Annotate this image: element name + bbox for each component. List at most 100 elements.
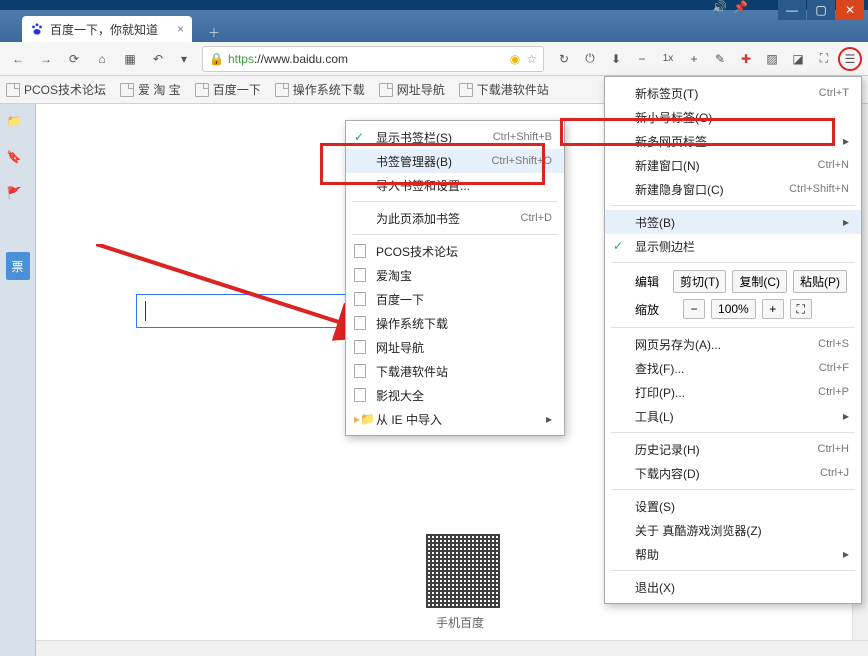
- zoom-in-icon[interactable]: +: [682, 47, 706, 71]
- fullscreen-button[interactable]: ⛶: [790, 299, 812, 319]
- menu-new-tab[interactable]: 新标签页(T)Ctrl+T: [605, 81, 861, 105]
- maximize-button[interactable]: ▢: [807, 0, 835, 20]
- sidebar-tag[interactable]: 票: [6, 252, 30, 280]
- zoom-in-button[interactable]: +: [762, 299, 784, 319]
- menu-bookmark-item[interactable]: 影视大全: [346, 383, 564, 407]
- chevron-right-icon: ▸: [843, 409, 849, 423]
- bookmark-item[interactable]: 操作系统下载: [275, 81, 365, 98]
- menu-find[interactable]: 查找(F)...Ctrl+F: [605, 356, 861, 380]
- menu-bookmark-item[interactable]: PCOS技术论坛: [346, 239, 564, 263]
- zoom-reset-icon[interactable]: 1x: [656, 47, 680, 71]
- menu-zoom-row: 缩放 − 100% + ⛶: [605, 295, 861, 323]
- page-icon: [354, 292, 366, 306]
- menu-about[interactable]: 关于 真酷游戏浏览器(Z): [605, 518, 861, 542]
- menu-bookmark-item[interactable]: 百度一下: [346, 287, 564, 311]
- folder-icon: ▸📁: [354, 412, 375, 426]
- menu-bookmarks[interactable]: 书签(B)▸: [605, 210, 861, 234]
- undo-tab-button[interactable]: ↶: [146, 47, 170, 71]
- zoom-out-button[interactable]: −: [683, 299, 705, 319]
- left-sidebar: 📁 🔖 🚩 票: [0, 104, 36, 656]
- menu-help[interactable]: 帮助▸: [605, 542, 861, 566]
- bookmark-item[interactable]: 爱 淘 宝: [120, 81, 181, 98]
- chevron-right-icon: ▸: [843, 215, 849, 229]
- menu-history[interactable]: 历史记录(H)Ctrl+H: [605, 437, 861, 461]
- reload-button[interactable]: ⟳: [62, 47, 86, 71]
- menu-separator: [611, 432, 855, 433]
- bookmark-icon[interactable]: 🔖: [7, 150, 29, 168]
- red-highlight-submenu: [320, 143, 545, 185]
- bookmark-item[interactable]: 网址导航: [379, 81, 445, 98]
- cut-button[interactable]: 剪切(T): [673, 270, 726, 293]
- menu-bookmark-item[interactable]: 下载港软件站: [346, 359, 564, 383]
- qr-label: 手机百度: [436, 614, 484, 631]
- menu-new-window[interactable]: 新建窗口(N)Ctrl+N: [605, 153, 861, 177]
- menu-downloads[interactable]: 下载内容(D)Ctrl+J: [605, 461, 861, 485]
- edit-label: 编辑: [635, 273, 659, 290]
- baidu-favicon-icon: [30, 22, 44, 36]
- menu-exit[interactable]: 退出(X): [605, 575, 861, 599]
- chevron-right-icon: ▸: [843, 547, 849, 561]
- checker-icon[interactable]: ▨: [760, 47, 784, 71]
- power-icon[interactable]: ⏻: [578, 47, 602, 71]
- page-icon: [354, 268, 366, 282]
- new-tab-button[interactable]: ＋: [202, 22, 226, 42]
- hamburger-menu-button[interactable]: ☰: [838, 47, 862, 71]
- sync-icon[interactable]: ↻: [552, 47, 576, 71]
- download-icon[interactable]: ⬇: [604, 47, 628, 71]
- folder-icon[interactable]: 📁: [7, 114, 29, 132]
- minimize-button[interactable]: —: [778, 0, 806, 20]
- tab-close-icon[interactable]: ×: [177, 22, 184, 36]
- menu-settings[interactable]: 设置(S): [605, 494, 861, 518]
- screenshot-icon[interactable]: ◪: [786, 47, 810, 71]
- page-icon: [354, 244, 366, 258]
- horizontal-scrollbar[interactable]: [36, 640, 868, 656]
- page-icon: [120, 83, 134, 97]
- zoom-percent: 100%: [711, 299, 756, 319]
- address-bar[interactable]: 🔒 https://www.baidu.com ◉ ☆: [202, 46, 544, 72]
- forward-button[interactable]: →: [34, 47, 58, 71]
- lock-icon: 🔒: [209, 52, 224, 66]
- red-highlight-mainmenu: [560, 118, 835, 146]
- pin-icon[interactable]: 📌: [733, 0, 748, 14]
- url-rest: ://www.baidu.com: [254, 52, 348, 66]
- volume-icon[interactable]: 🔊: [712, 0, 727, 14]
- page-icon: [195, 83, 209, 97]
- grid-button[interactable]: ▦: [118, 47, 142, 71]
- url-protocol: https: [228, 52, 254, 66]
- window-titlebar: 🔊 📌 — ▢ ✕: [0, 0, 868, 10]
- fullscreen-icon[interactable]: ⛶: [812, 47, 836, 71]
- menu-bookmark-item[interactable]: 爱淘宝: [346, 263, 564, 287]
- dropdown-icon[interactable]: ▾: [174, 47, 194, 71]
- check-icon: ✓: [613, 239, 623, 253]
- copy-button[interactable]: 复制(C): [732, 270, 787, 293]
- menu-separator: [611, 327, 855, 328]
- paste-button[interactable]: 粘贴(P): [793, 270, 847, 293]
- zoom-out-icon[interactable]: −: [630, 47, 654, 71]
- medical-icon[interactable]: ✚: [734, 47, 758, 71]
- menu-print[interactable]: 打印(P)...Ctrl+P: [605, 380, 861, 404]
- menu-separator: [611, 570, 855, 571]
- bookmark-item[interactable]: PCOS技术论坛: [6, 81, 106, 98]
- chrome-icon[interactable]: ◉: [510, 52, 520, 66]
- menu-separator: [352, 234, 558, 235]
- menu-new-incognito[interactable]: 新建隐身窗口(C)Ctrl+Shift+N: [605, 177, 861, 201]
- page-icon: [6, 83, 20, 97]
- clean-icon[interactable]: ✎: [708, 47, 732, 71]
- home-button[interactable]: ⌂: [90, 47, 114, 71]
- browser-tab[interactable]: 百度一下，你就知道 ×: [22, 16, 192, 42]
- menu-import-from-ie[interactable]: ▸📁从 IE 中导入▸: [346, 407, 564, 431]
- flag-icon[interactable]: 🚩: [7, 186, 29, 204]
- menu-bookmark-item[interactable]: 操作系统下载: [346, 311, 564, 335]
- back-button[interactable]: ←: [6, 47, 30, 71]
- star-icon[interactable]: ☆: [526, 52, 537, 66]
- menu-tools[interactable]: 工具(L)▸: [605, 404, 861, 428]
- menu-bookmark-item[interactable]: 网址导航: [346, 335, 564, 359]
- page-icon: [354, 316, 366, 330]
- close-window-button[interactable]: ✕: [836, 0, 864, 20]
- menu-save-as[interactable]: 网页另存为(A)...Ctrl+S: [605, 332, 861, 356]
- menu-show-sidebar[interactable]: ✓显示侧边栏: [605, 234, 861, 258]
- main-menu: 新标签页(T)Ctrl+T 新小号标签(O) 新多网页标签▸ 新建窗口(N)Ct…: [604, 76, 862, 604]
- bookmark-item[interactable]: 下载港软件站: [459, 81, 549, 98]
- bookmark-item[interactable]: 百度一下: [195, 81, 261, 98]
- menu-add-bookmark[interactable]: 为此页添加书签Ctrl+D: [346, 206, 564, 230]
